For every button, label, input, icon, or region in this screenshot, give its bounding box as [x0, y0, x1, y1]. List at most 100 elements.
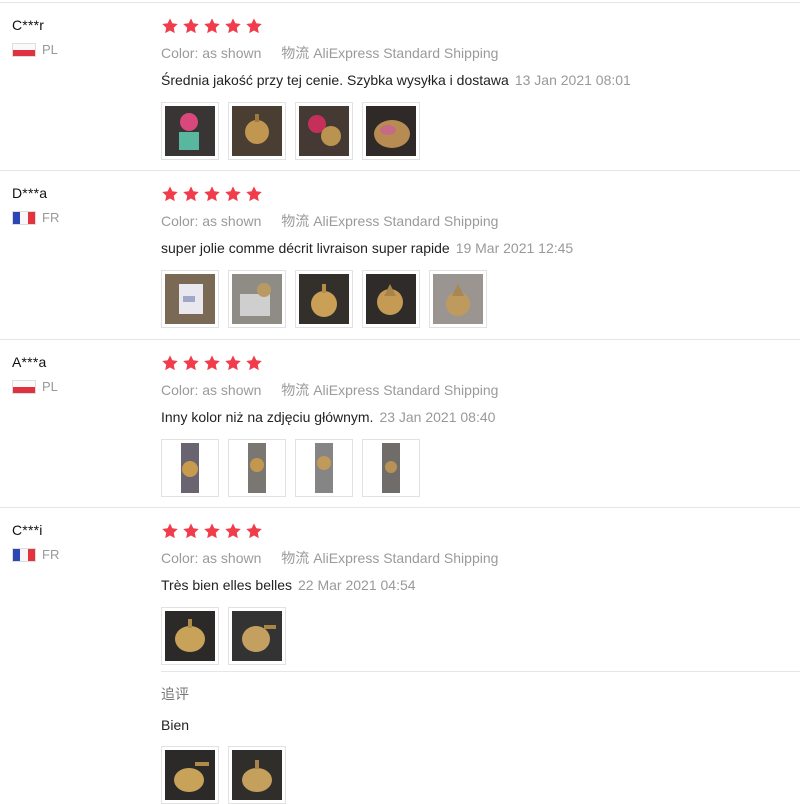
review-photo-thumbnail[interactable] — [228, 439, 286, 497]
review-content: Color: as shown 物流 AliExpress Standard S… — [161, 354, 790, 497]
star-icon — [245, 185, 263, 203]
review-text: Inny kolor niż na zdjęciu głównym. 23 Jan… — [161, 409, 790, 425]
review-content: Color: as shown 物流 AliExpress Standard S… — [161, 17, 790, 160]
review-photo-thumbnail[interactable] — [362, 270, 420, 328]
review-body: super jolie comme décrit livraison super… — [161, 240, 450, 256]
color-value: as shown — [202, 382, 262, 398]
review-photo-thumbnail[interactable] — [161, 102, 219, 160]
star-icon — [161, 522, 179, 540]
poland-flag-icon — [12, 42, 36, 57]
review-photo-thumbnail[interactable] — [161, 439, 219, 497]
color-label: Color: — [161, 45, 199, 61]
shipping-value: AliExpress Standard Shipping — [313, 45, 499, 61]
reviewer-country: PL — [12, 379, 58, 394]
france-flag-icon — [12, 547, 36, 562]
color-label: Color: — [161, 213, 199, 229]
additional-review-photos — [161, 746, 800, 804]
review-text: Très bien elles belles 22 Mar 2021 04:54 — [161, 577, 790, 593]
shipping-label: 物流 — [281, 382, 310, 398]
star-icon — [224, 185, 242, 203]
review-photo-thumbnail[interactable] — [362, 439, 420, 497]
review-item: C***i FR Color: as shown 物流 AliExpress S… — [0, 507, 800, 804]
country-code: PL — [42, 379, 58, 394]
star-icon — [203, 354, 221, 372]
star-rating — [161, 185, 790, 205]
review-photo-thumbnail[interactable] — [228, 746, 286, 804]
review-photo-thumbnail[interactable] — [295, 439, 353, 497]
reviewer-name: C***i — [12, 522, 43, 538]
review-photo-thumbnail[interactable] — [362, 102, 420, 160]
review-meta: Color: as shown 物流 AliExpress Standard S… — [161, 548, 790, 568]
review-meta: Color: as shown 物流 AliExpress Standard S… — [161, 43, 790, 63]
reviewer-info: D***a FR — [12, 185, 59, 225]
star-icon — [161, 354, 179, 372]
country-code: FR — [42, 210, 60, 225]
review-photos — [161, 607, 790, 665]
review-photo-thumbnail[interactable] — [161, 270, 219, 328]
star-icon — [245, 522, 263, 540]
shipping-value: AliExpress Standard Shipping — [313, 213, 499, 229]
review-item: A***a PL Color: as shown 物流 AliExpress S… — [0, 339, 800, 508]
star-icon — [203, 17, 221, 35]
review-photo-thumbnail[interactable] — [161, 607, 219, 665]
review-photo-thumbnail[interactable] — [228, 270, 286, 328]
reviewer-name: A***a — [12, 354, 47, 370]
star-icon — [224, 522, 242, 540]
star-icon — [182, 354, 200, 372]
review-photo-thumbnail[interactable] — [295, 102, 353, 160]
star-icon — [224, 17, 242, 35]
reviewer-country: FR — [12, 547, 59, 562]
review-photos — [161, 270, 790, 328]
star-icon — [182, 185, 200, 203]
shipping-label: 物流 — [281, 550, 310, 566]
review-body: Średnia jakość przy tej cenie. Szybka wy… — [161, 72, 509, 88]
shipping-value: AliExpress Standard Shipping — [313, 382, 499, 398]
star-icon — [182, 17, 200, 35]
review-content: Color: as shown 物流 AliExpress Standard S… — [161, 185, 790, 328]
review-photos — [161, 439, 790, 497]
star-icon — [203, 185, 221, 203]
review-date: 13 Jan 2021 08:01 — [514, 72, 631, 88]
shipping-label: 物流 — [281, 45, 310, 61]
review-item: D***a FR Color: as shown 物流 AliExpress S… — [0, 170, 800, 339]
review-date: 22 Mar 2021 04:54 — [298, 577, 416, 593]
review-photo-thumbnail[interactable] — [295, 270, 353, 328]
review-date: 23 Jan 2021 08:40 — [379, 409, 496, 425]
color-label: Color: — [161, 550, 199, 566]
star-icon — [182, 522, 200, 540]
france-flag-icon — [12, 210, 36, 225]
star-icon — [245, 17, 263, 35]
color-label: Color: — [161, 382, 199, 398]
review-photo-thumbnail[interactable] — [228, 607, 286, 665]
poland-flag-icon — [12, 379, 36, 394]
reviewer-info: C***r PL — [12, 17, 58, 57]
review-meta: Color: as shown 物流 AliExpress Standard S… — [161, 211, 790, 231]
reviewer-info: C***i FR — [12, 522, 59, 562]
reviewer-name: C***r — [12, 17, 45, 33]
review-photo-thumbnail[interactable] — [228, 102, 286, 160]
shipping-label: 物流 — [281, 213, 310, 229]
shipping-value: AliExpress Standard Shipping — [313, 550, 499, 566]
additional-review-title: 追评 — [161, 686, 189, 702]
review-text: Średnia jakość przy tej cenie. Szybka wy… — [161, 72, 790, 88]
review-photo-thumbnail[interactable] — [429, 270, 487, 328]
review-item: C***r PL Color: as shown 物流 AliExpress S… — [0, 2, 800, 171]
reviewer-country: PL — [12, 42, 58, 57]
star-icon — [161, 17, 179, 35]
star-icon — [203, 522, 221, 540]
review-body: Inny kolor niż na zdjęciu głównym. — [161, 409, 374, 425]
review-body: Très bien elles belles — [161, 577, 292, 593]
additional-review: 追评 Bien — [161, 671, 800, 804]
reviewer-name: D***a — [12, 185, 48, 201]
star-icon — [245, 354, 263, 372]
star-icon — [224, 354, 242, 372]
review-photo-thumbnail[interactable] — [161, 746, 219, 804]
reviewer-country: FR — [12, 210, 59, 225]
additional-review-text: Bien — [161, 717, 190, 733]
color-value: as shown — [202, 550, 262, 566]
review-meta: Color: as shown 物流 AliExpress Standard S… — [161, 380, 790, 400]
star-rating — [161, 354, 790, 374]
reviewer-info: A***a PL — [12, 354, 58, 394]
review-content: Color: as shown 物流 AliExpress Standard S… — [161, 522, 790, 665]
review-date: 19 Mar 2021 12:45 — [455, 240, 574, 256]
